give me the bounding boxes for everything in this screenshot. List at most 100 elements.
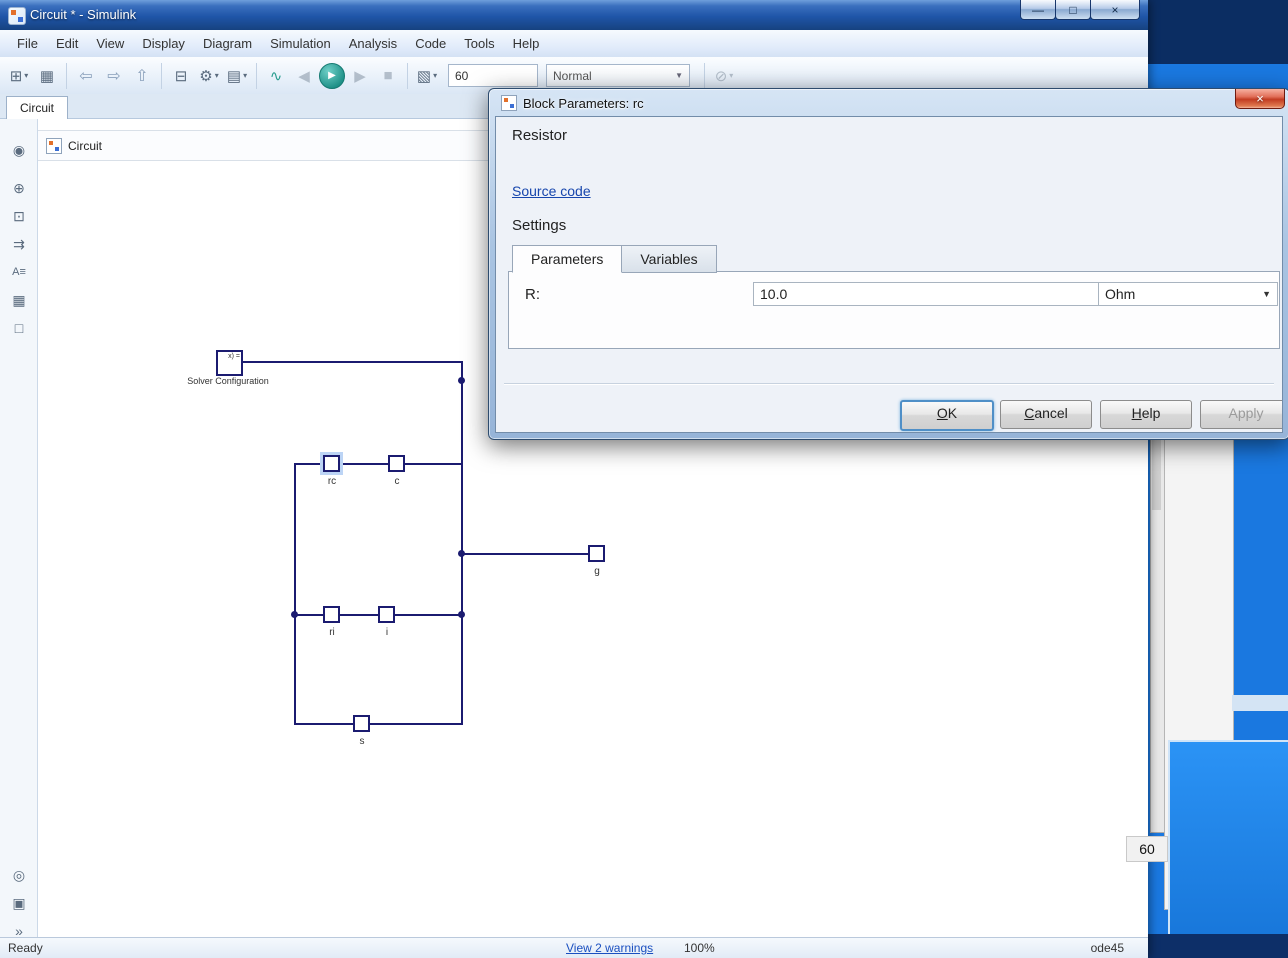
block-label: s — [347, 736, 377, 747]
wire — [462, 553, 590, 555]
run-button[interactable]: ▶ — [319, 63, 345, 89]
update-diagram-icon: ⊘ — [715, 67, 728, 85]
block-parameters-icon — [501, 95, 517, 111]
area-box-icon[interactable]: □ — [7, 317, 31, 339]
menu-help[interactable]: Help — [504, 32, 549, 55]
chevron-down-icon: ▼ — [675, 71, 683, 80]
maximize-button[interactable]: □ — [1055, 0, 1091, 20]
viewmarks-icon[interactable]: ◎ — [7, 864, 31, 886]
solver-name: ode45 — [1091, 941, 1124, 955]
block-rc[interactable] — [323, 455, 340, 472]
run-icon: ▶ — [319, 63, 345, 89]
save-button[interactable]: ▦ — [34, 63, 60, 89]
stop-time-input[interactable]: 60 — [448, 64, 538, 87]
palette-sidebar: ◉ ⊕ ⊡ ⇉ A≡ ▦ □ ◎ ▣ » — [0, 119, 38, 938]
wire — [461, 361, 463, 725]
source-code-link[interactable]: Source code — [512, 183, 591, 199]
block-g[interactable] — [588, 545, 605, 562]
dialog-close-button[interactable]: × — [1235, 89, 1285, 109]
dialog-titlebar[interactable]: Block Parameters: rc × — [489, 89, 1288, 116]
chevron-down-icon: ▾ — [729, 71, 733, 80]
block-label: c — [382, 476, 412, 487]
param-unit-value: Ohm — [1105, 286, 1135, 302]
cancel-button[interactable]: Cancel — [1000, 400, 1092, 429]
model-explorer-button[interactable]: ▤▾ — [224, 63, 250, 89]
block-s[interactable] — [353, 715, 370, 732]
simulation-mode-select[interactable]: Normal ▼ — [546, 64, 690, 87]
minimize-icon: — — [1032, 3, 1044, 17]
direction-arrows-icon[interactable]: ⇉ — [7, 233, 31, 255]
background-window-strip — [1232, 695, 1288, 711]
help-button[interactable]: Help — [1100, 400, 1192, 429]
block-label: i — [372, 627, 402, 638]
menu-analysis[interactable]: Analysis — [340, 32, 406, 55]
apply-button[interactable]: Apply — [1200, 400, 1283, 429]
connection-node — [458, 550, 465, 557]
back-button[interactable]: ⇦ — [73, 63, 99, 89]
image-icon[interactable]: ▦ — [7, 289, 31, 311]
new-model-button[interactable]: ⊞▾ — [6, 63, 32, 89]
tab-parameters[interactable]: Parameters — [512, 245, 622, 273]
forward-button[interactable]: ⇨ — [101, 63, 127, 89]
fit-to-view-icon[interactable]: ⊡ — [7, 205, 31, 227]
connect-icon: ∿ — [270, 67, 283, 85]
step-back-icon: ◀ — [298, 67, 310, 85]
view-warnings-link[interactable]: View 2 warnings — [566, 941, 653, 955]
block-c[interactable] — [388, 455, 405, 472]
tab-variables[interactable]: Variables — [622, 245, 716, 273]
block-type-heading: Resistor — [512, 127, 567, 144]
block-solver-configuration[interactable]: x) = — [216, 350, 243, 376]
block-label: ri — [317, 627, 347, 638]
taskbar-fragment — [1136, 934, 1288, 958]
ok-button[interactable]: OK — [900, 400, 994, 431]
step-back-button[interactable]: ◀ — [291, 63, 317, 89]
simulation-manager-button[interactable]: ▧▾ — [414, 63, 440, 89]
menu-file[interactable]: File — [8, 32, 47, 55]
back-icon: ⇦ — [79, 66, 92, 86]
step-forward-button[interactable]: ▶ — [347, 63, 373, 89]
background-window-fragment: 60 — [1126, 836, 1168, 862]
breadcrumb-root[interactable]: Circuit — [68, 139, 102, 153]
connection-node — [458, 377, 465, 384]
update-diagram-button[interactable]: ⊘▾ — [711, 63, 737, 89]
param-r-input[interactable]: 10.0 — [753, 282, 1099, 306]
model-configuration-button[interactable]: ⚙▾ — [196, 63, 222, 89]
zoom-in-icon[interactable]: ⊕ — [7, 177, 31, 199]
menu-tools[interactable]: Tools — [455, 32, 503, 55]
simulation-mode-value: Normal — [553, 69, 592, 83]
background-scrollbar-thumb — [1152, 440, 1161, 510]
param-unit-select[interactable]: Ohm ▼ — [1098, 282, 1278, 306]
close-icon: × — [1111, 3, 1118, 17]
menu-bar: File Edit View Display Diagram Simulatio… — [0, 30, 1148, 58]
connect-button[interactable]: ∿ — [263, 63, 289, 89]
explorer-bar-icon[interactable]: ◉ — [7, 139, 31, 161]
menu-simulation[interactable]: Simulation — [261, 32, 340, 55]
model-explorer-icon: ▤ — [227, 67, 241, 85]
menu-view[interactable]: View — [87, 32, 133, 55]
menu-diagram[interactable]: Diagram — [194, 32, 261, 55]
menu-edit[interactable]: Edit — [47, 32, 87, 55]
status-bar: Ready View 2 warnings 100% ode45 — [0, 937, 1148, 958]
stop-button[interactable]: ■ — [375, 63, 401, 89]
window-titlebar[interactable]: Circuit * - Simulink — □ × — [0, 0, 1148, 30]
menu-code[interactable]: Code — [406, 32, 455, 55]
wire — [294, 463, 296, 725]
menu-display[interactable]: Display — [133, 32, 194, 55]
up-button[interactable]: ⇧ — [129, 63, 155, 89]
toolbar-separator — [256, 63, 257, 89]
dialog-title: Block Parameters: rc — [523, 96, 644, 111]
subsystem-window-icon[interactable]: ▣ — [7, 892, 31, 914]
status-ready: Ready — [8, 941, 43, 955]
close-button[interactable]: × — [1090, 0, 1140, 20]
annotation-icon[interactable]: A≡ — [7, 261, 31, 283]
tab-circuit[interactable]: Circuit — [6, 96, 68, 119]
library-browser-icon: ⊟ — [175, 67, 188, 85]
library-browser-button[interactable]: ⊟ — [168, 63, 194, 89]
block-ri[interactable] — [323, 606, 340, 623]
wire — [295, 723, 463, 725]
step-forward-icon: ▶ — [354, 67, 366, 85]
minimize-button[interactable]: — — [1020, 0, 1056, 20]
stop-icon: ■ — [383, 67, 392, 84]
chevron-down-icon: ▼ — [1262, 289, 1271, 299]
block-i[interactable] — [378, 606, 395, 623]
